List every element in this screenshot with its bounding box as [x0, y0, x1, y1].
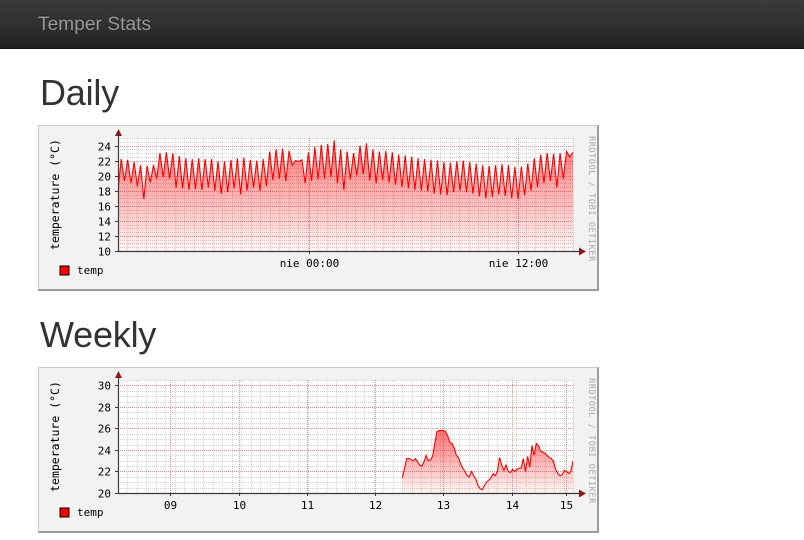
- legend-label-temp: temp: [77, 506, 104, 519]
- top-navbar: Temper Stats: [0, 0, 804, 49]
- y-axis-label: temperature (°C): [48, 381, 62, 492]
- x-tick-label: 14: [506, 499, 520, 512]
- x-tick-label: 11: [301, 499, 314, 512]
- page-content: Daily 10 12 14 16 18 20 22 24 nie 00:00 nie 12:00…: [0, 49, 804, 533]
- weekly-temperature-graph[interactable]: 20 22 24 26 28 30 09 10 11 12 13 14 15 temperature (°…: [39, 368, 598, 531]
- y-tick-label: 12: [98, 230, 111, 243]
- y-tick-label: 20: [98, 170, 111, 183]
- graph-panel-daily[interactable]: 10 12 14 16 18 20 22 24 nie 00:00 nie 12:00 temper…: [38, 124, 599, 291]
- graph-panel-weekly[interactable]: 20 22 24 26 28 30 09 10 11 12 13 14 15 temperature (°…: [38, 366, 599, 533]
- x-tick-label: 13: [437, 499, 450, 512]
- y-tick-label: 14: [98, 215, 112, 228]
- x-tick-label: 12: [369, 499, 382, 512]
- x-tick-label: nie 12:00: [489, 257, 549, 270]
- y-axis-label: temperature (°C): [48, 139, 62, 250]
- y-tick-label: 30: [98, 379, 111, 392]
- legend-label-temp: temp: [77, 264, 104, 277]
- page-title-weekly: Weekly: [40, 313, 157, 355]
- legend-swatch-temp: [59, 265, 70, 276]
- y-tick-label: 24: [98, 140, 112, 153]
- y-tick-label: 24: [98, 444, 112, 457]
- x-tick-label: 15: [560, 499, 573, 512]
- x-tick-label: 10: [233, 499, 246, 512]
- legend-swatch-temp: [59, 507, 70, 518]
- y-tick-label: 10: [98, 245, 111, 258]
- daily-temperature-graph[interactable]: 10 12 14 16 18 20 22 24 nie 00:00 nie 12:00 temper…: [39, 126, 598, 289]
- y-tick-label: 20: [98, 487, 111, 500]
- y-tick-label: 26: [98, 422, 111, 435]
- page-title-daily: Daily: [40, 72, 120, 113]
- x-tick-label: 09: [164, 499, 177, 512]
- y-tick-label: 28: [98, 401, 111, 414]
- rrdtool-watermark: RRDTOOL / TOBI OETIKER: [586, 378, 596, 504]
- x-tick-label: nie 00:00: [280, 257, 340, 270]
- y-tick-label: 18: [98, 185, 111, 198]
- y-tick-label: 22: [98, 465, 111, 478]
- y-tick-label: 16: [98, 200, 111, 213]
- navbar-brand[interactable]: Temper Stats: [0, 15, 151, 34]
- y-tick-label: 22: [98, 155, 111, 168]
- rrdtool-watermark: RRDTOOL / TOBI OETIKER: [586, 136, 596, 262]
